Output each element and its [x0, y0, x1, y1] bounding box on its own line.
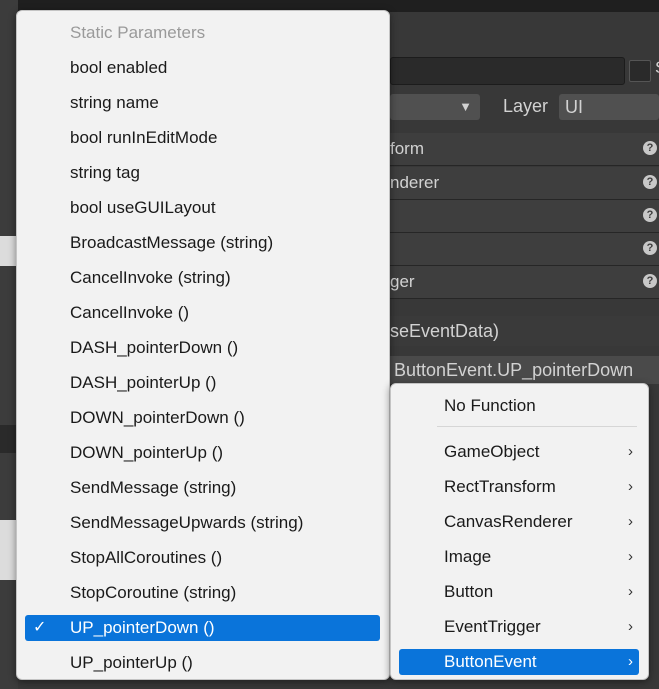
help-icon[interactable]: ? — [643, 141, 657, 155]
menu-item-bool-enabled[interactable]: bool enabled — [25, 55, 380, 81]
component-header-eventtrigger[interactable]: ger ? — [390, 266, 659, 299]
menu-item-stopcoroutine[interactable]: StopCoroutine (string) — [25, 580, 380, 606]
chevron-right-icon: › — [628, 618, 633, 635]
function-menu: Static Parameters bool enabled string na… — [16, 10, 390, 680]
submenu-separator — [437, 426, 637, 427]
menu-item-up-pointerdown[interactable]: ✓ UP_pointerDown () — [25, 615, 380, 641]
menu-item-broadcastmessage[interactable]: BroadcastMessage (string) — [25, 230, 380, 256]
component-header-button[interactable]: ? — [390, 233, 659, 266]
menu-item-down-pointerdown[interactable]: DOWN_pointerDown () — [25, 405, 380, 431]
submenu-item-buttonevent[interactable]: ButtonEvent › — [399, 649, 639, 675]
help-icon[interactable]: ? — [643, 274, 657, 288]
menu-item-bool-runineditmode[interactable]: bool runInEditMode — [25, 125, 380, 151]
layer-label: Layer — [503, 96, 549, 116]
component-submenu: No Function GameObject › RectTransform ›… — [390, 383, 649, 680]
menu-item-string-tag[interactable]: string tag — [25, 160, 380, 186]
submenu-item-gameobject[interactable]: GameObject › — [399, 439, 639, 465]
checkmark-icon: ✓ — [33, 619, 47, 636]
menu-item-sendmessage[interactable]: SendMessage (string) — [25, 475, 380, 501]
submenu-item-recttransform[interactable]: RectTransform › — [399, 474, 639, 500]
static-checkbox[interactable] — [629, 60, 651, 82]
layer-dropdown[interactable]: UI — [559, 94, 659, 120]
submenu-item-no-function[interactable]: No Function — [399, 393, 639, 419]
submenu-item-canvasrenderer[interactable]: CanvasRenderer › — [399, 509, 639, 535]
submenu-item-eventtrigger[interactable]: EventTrigger › — [399, 614, 639, 640]
menu-item-cancelinvoke-string[interactable]: CancelInvoke (string) — [25, 265, 380, 291]
chevron-right-icon: › — [628, 548, 633, 565]
help-icon[interactable]: ? — [643, 175, 657, 189]
component-header-canvasrenderer[interactable]: nderer ? — [390, 167, 659, 200]
tag-dropdown[interactable]: ▼ — [390, 94, 480, 120]
help-icon[interactable]: ? — [643, 208, 657, 222]
function-dropdown[interactable]: ButtonEvent.UP_pointerDown — [390, 356, 659, 384]
component-header-recttransform[interactable]: form ? — [390, 133, 659, 166]
chevron-right-icon: › — [628, 583, 633, 600]
dropdown-arrow-icon: ▼ — [459, 99, 472, 114]
menu-item-bool-useguilayout[interactable]: bool useGUILayout — [25, 195, 380, 221]
menu-item-sendmessageupwards[interactable]: SendMessageUpwards (string) — [25, 510, 380, 536]
static-label: S — [655, 58, 659, 78]
menu-item-down-pointerup[interactable]: DOWN_pointerUp () — [25, 440, 380, 466]
chevron-right-icon: › — [628, 653, 633, 670]
menu-header-static-parameters: Static Parameters — [70, 23, 206, 42]
menu-item-string-name[interactable]: string name — [25, 90, 380, 116]
menu-item-dash-pointerup[interactable]: DASH_pointerUp () — [25, 370, 380, 396]
chevron-right-icon: › — [628, 513, 633, 530]
event-signature-label: seEventData) — [390, 316, 659, 346]
component-header-image[interactable]: ? — [390, 200, 659, 233]
chevron-right-icon: › — [628, 443, 633, 460]
menu-item-dash-pointerdown[interactable]: DASH_pointerDown () — [25, 335, 380, 361]
submenu-item-image[interactable]: Image › — [399, 544, 639, 570]
menu-item-up-pointerup[interactable]: UP_pointerUp () — [25, 650, 380, 676]
gameobject-name-field[interactable] — [390, 57, 625, 85]
submenu-item-button[interactable]: Button › — [399, 579, 639, 605]
chevron-right-icon: › — [628, 478, 633, 495]
help-icon[interactable]: ? — [643, 241, 657, 255]
menu-item-cancelinvoke[interactable]: CancelInvoke () — [25, 300, 380, 326]
menu-item-stopallcoroutines[interactable]: StopAllCoroutines () — [25, 545, 380, 571]
